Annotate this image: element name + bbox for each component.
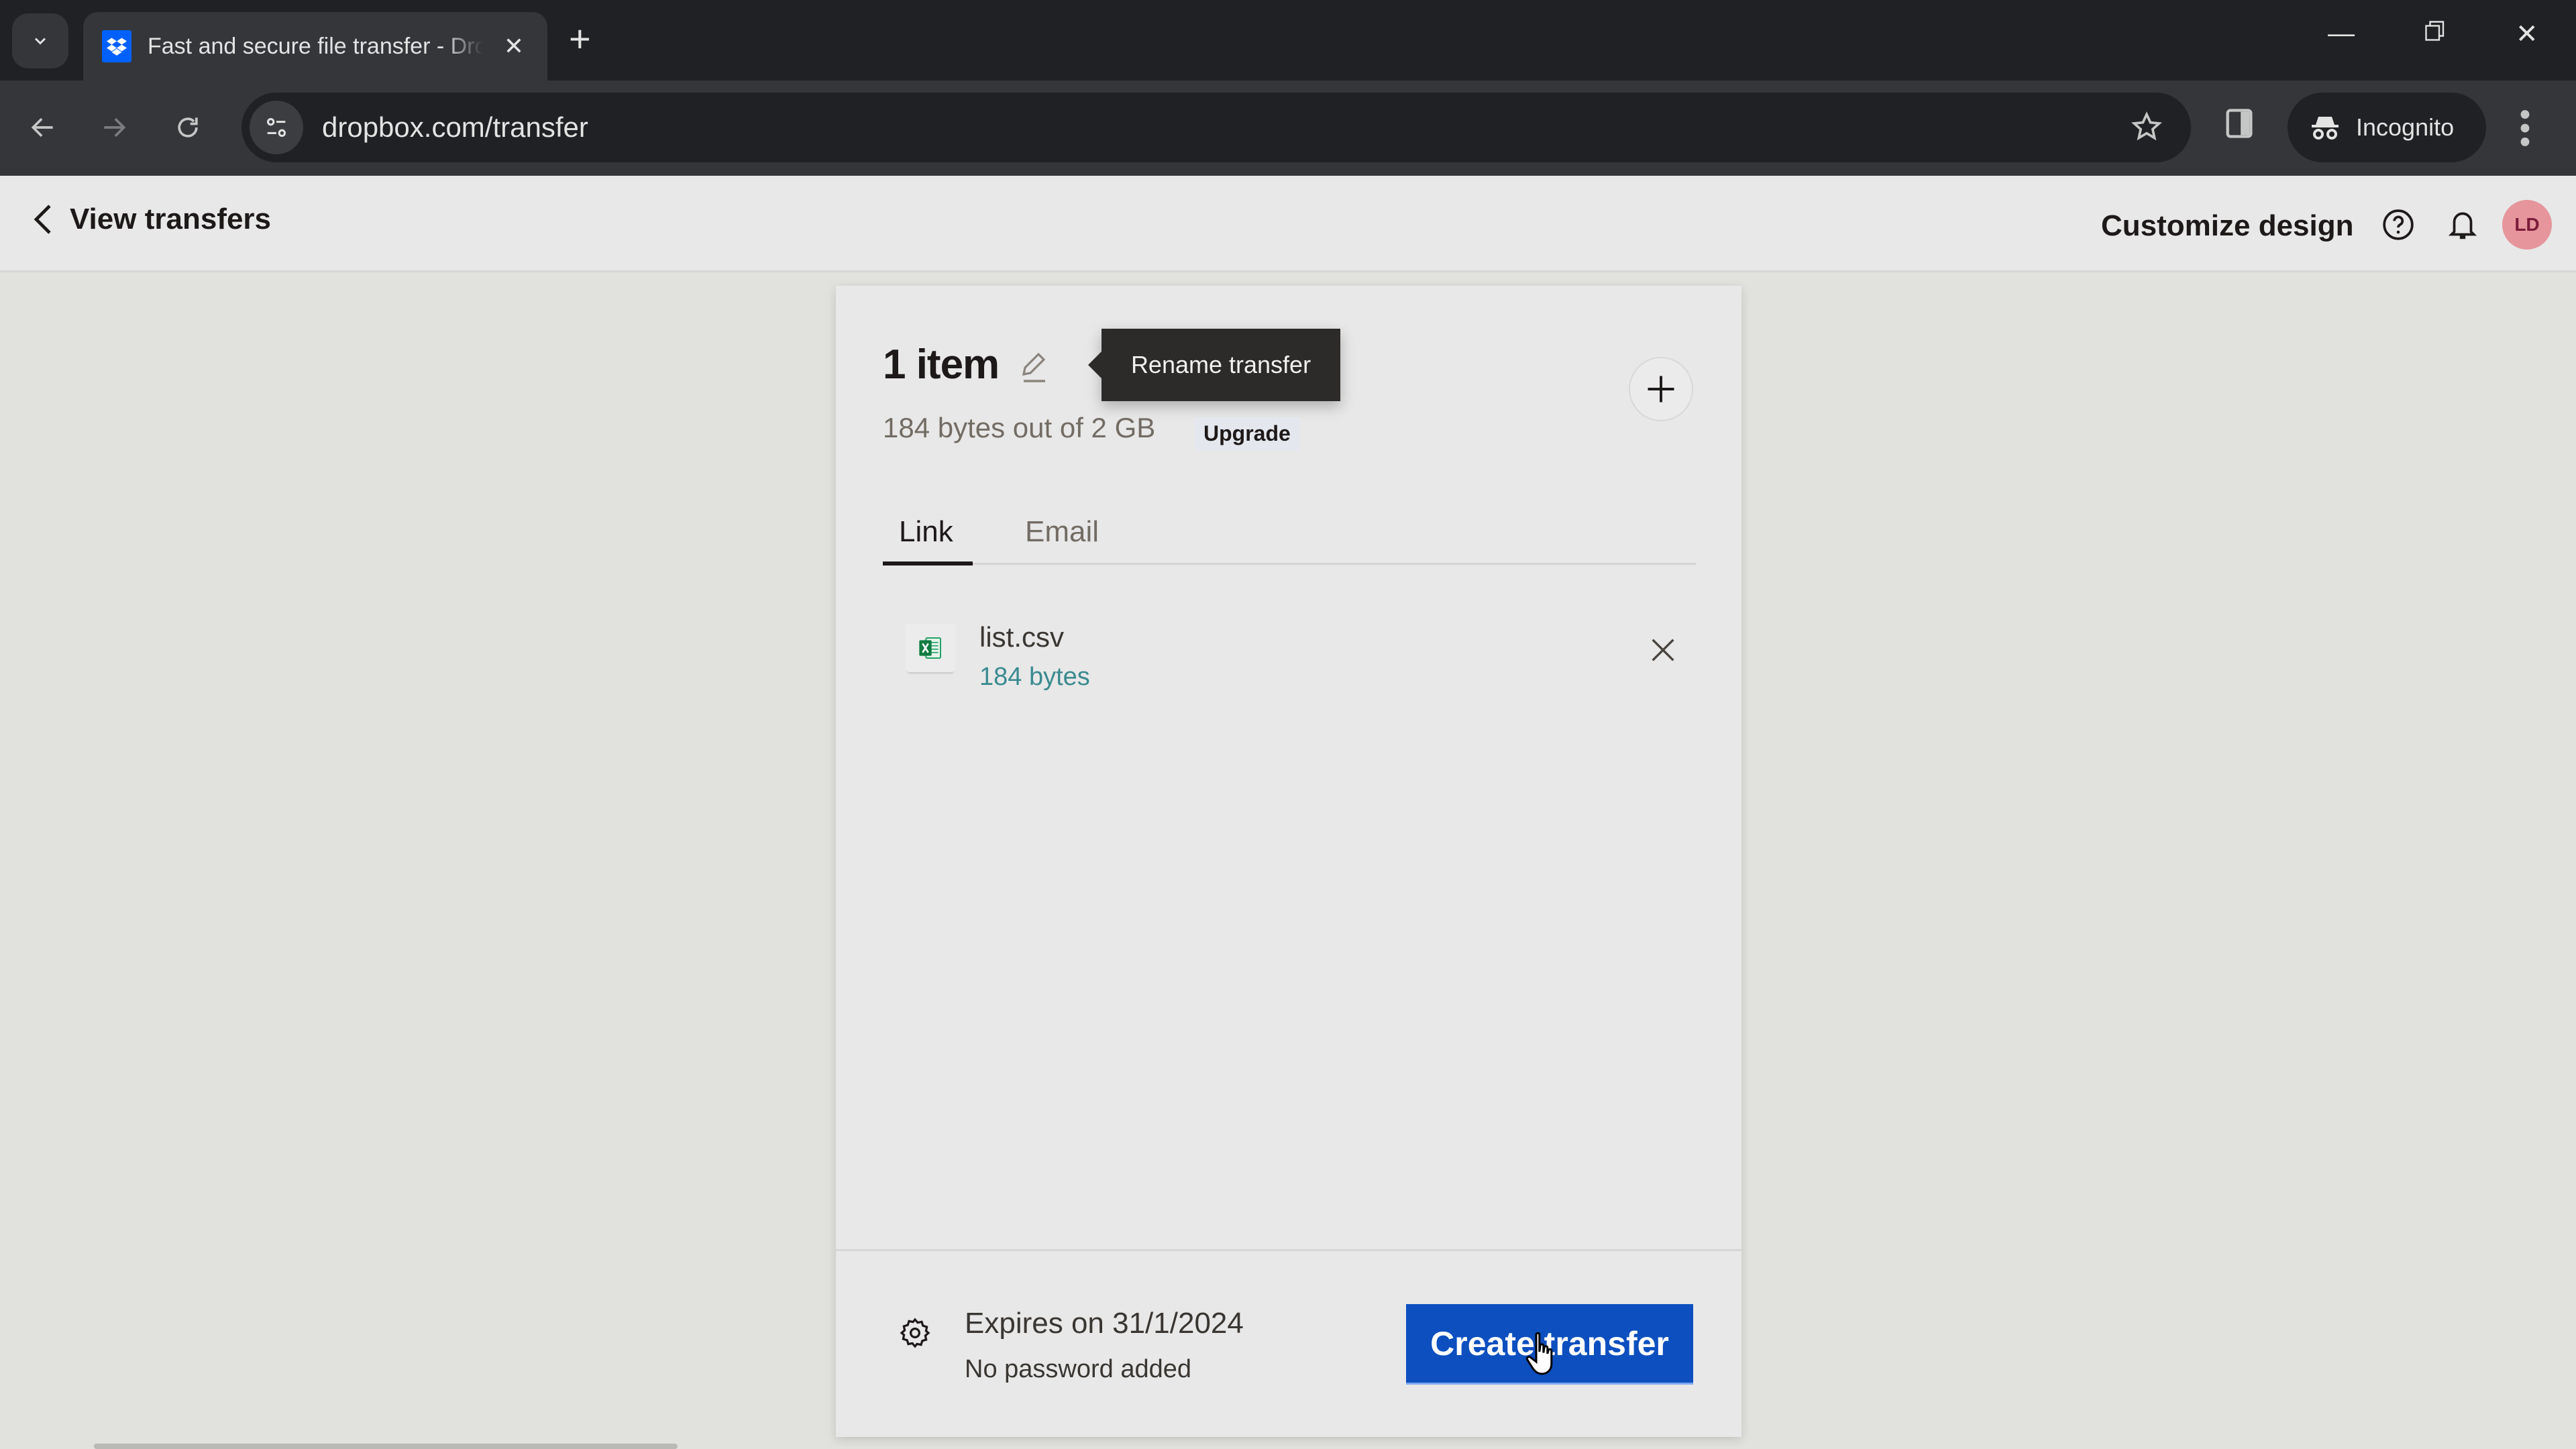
arrow-right-icon: [104, 117, 126, 138]
avatar[interactable]: LD: [2502, 200, 2552, 250]
tab-close-icon[interactable]: ✕: [499, 32, 529, 60]
bookmark-star-icon[interactable]: [2129, 110, 2164, 148]
page-header: View transfers Customize design LD: [0, 176, 2576, 272]
reload-button[interactable]: [164, 103, 212, 152]
plus-icon: [1648, 376, 1674, 402]
pencil-icon[interactable]: [1018, 350, 1051, 388]
upgrade-button[interactable]: Upgrade: [1194, 417, 1300, 450]
tune-icon: [267, 118, 286, 137]
tab-search-button[interactable]: [12, 13, 68, 68]
password-status: No password added: [965, 1355, 1191, 1383]
view-transfers-link[interactable]: View transfers: [34, 203, 271, 236]
file-list-item: list.csv 184 bytes: [883, 608, 1696, 702]
hand-cursor-icon: [1524, 1330, 1560, 1381]
chevron-down-icon: [34, 38, 46, 45]
site-info-button[interactable]: [250, 101, 303, 154]
file-size: 184 bytes: [979, 663, 1090, 691]
remove-file-icon[interactable]: [1648, 635, 1678, 669]
restore-icon[interactable]: [2423, 19, 2447, 50]
add-files-button[interactable]: [1629, 357, 1693, 421]
active-tab-indicator: [883, 561, 973, 566]
incognito-label: Incognito: [2356, 113, 2455, 141]
back-button[interactable]: [19, 103, 67, 152]
help-icon[interactable]: [2381, 208, 2415, 245]
address-bar[interactable]: dropbox.com/transfer: [241, 93, 2191, 162]
storage-usage: 184 bytes out of 2 GB: [883, 412, 1156, 443]
excel-icon: [906, 624, 955, 672]
dropbox-icon: [102, 30, 131, 62]
rename-transfer-tooltip: Rename transfer: [1088, 329, 1340, 401]
browser-tab[interactable]: Fast and secure file transfer - Dropbox …: [83, 12, 547, 80]
customize-design-button[interactable]: Customize design: [2101, 209, 2354, 243]
incognito-badge[interactable]: Incognito: [2288, 93, 2486, 162]
expiry-date[interactable]: Expires on 31/1/2024: [965, 1307, 1244, 1340]
share-tabs: Link Email: [883, 487, 1696, 566]
footer-divider: [836, 1249, 1741, 1251]
new-tab-button[interactable]: +: [569, 19, 591, 59]
incognito-icon: [2312, 117, 2339, 140]
notification-bell-icon[interactable]: [2446, 207, 2479, 246]
window-close-icon[interactable]: ✕: [2516, 19, 2538, 50]
browser-toolbar: dropbox.com/transfer Incognito: [0, 80, 2576, 176]
browser-menu-icon[interactable]: [2518, 105, 2532, 155]
view-transfers-label: View transfers: [70, 203, 272, 235]
browser-tab-bar: Fast and secure file transfer - Dropbox …: [0, 0, 2576, 80]
file-name: list.csv: [979, 621, 1064, 653]
horizontal-scrollbar[interactable]: [94, 1444, 678, 1449]
tab-link[interactable]: Link: [899, 515, 953, 549]
tab-email[interactable]: Email: [1025, 515, 1099, 549]
reload-icon: [178, 117, 198, 138]
forward-button[interactable]: [90, 103, 138, 152]
tab-title: Fast and secure file transfer - Dropbox: [148, 33, 483, 59]
minimize-icon[interactable]: —: [2328, 19, 2355, 49]
transfer-title: 1 item: [883, 341, 1000, 388]
settings-gear-icon[interactable]: [899, 1316, 931, 1353]
url-text[interactable]: dropbox.com/transfer: [322, 111, 588, 144]
side-panel-icon[interactable]: [2222, 103, 2257, 147]
arrow-left-icon: [31, 117, 53, 138]
transfer-card: 1 item Rename transfer 184 bytes out of …: [836, 286, 1741, 1437]
chevron-left-icon: [34, 205, 51, 234]
